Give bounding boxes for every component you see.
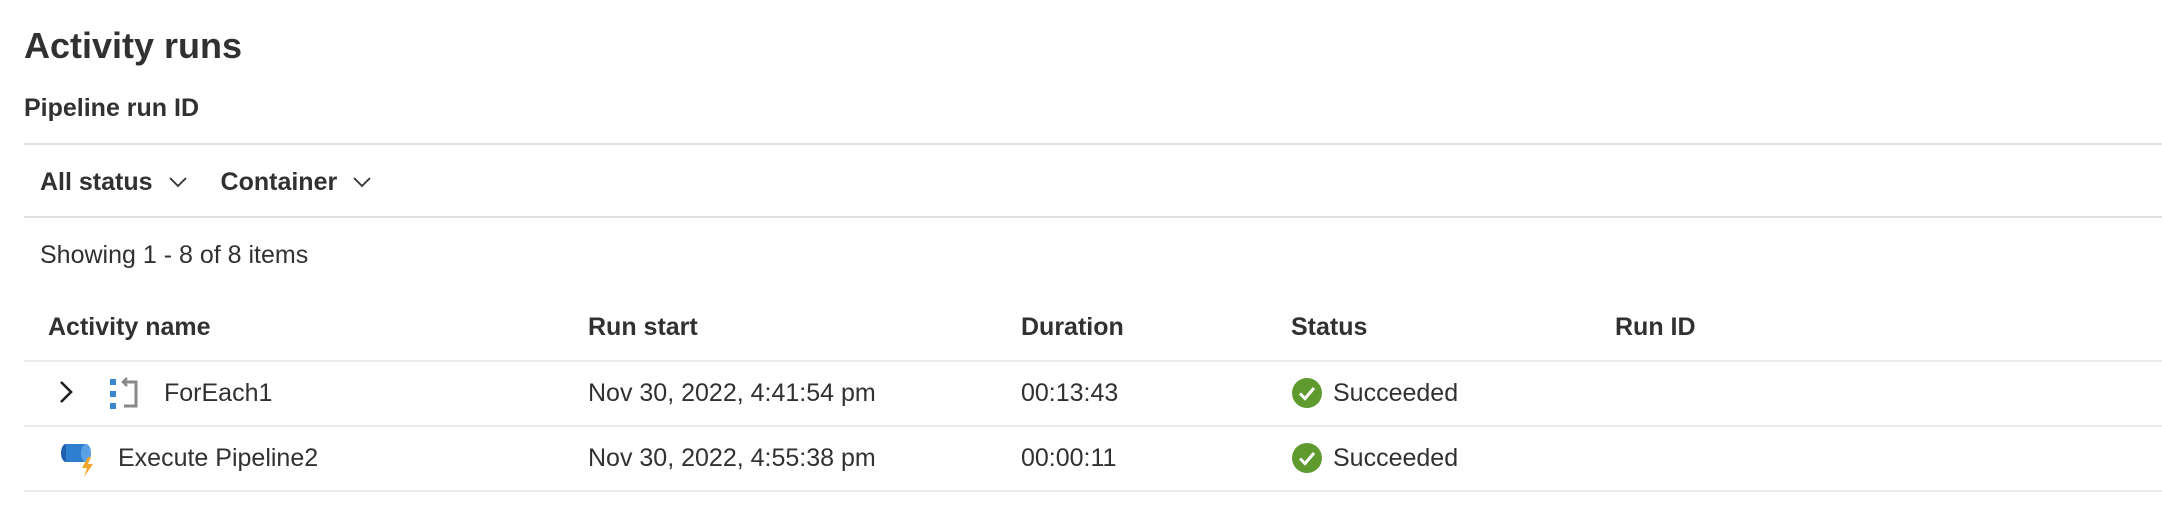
table-row[interactable]: ForEach1 Nov 30, 2022, 4:41:54 pm 00:13:…: [24, 362, 2162, 427]
foreach-icon: [110, 377, 138, 409]
pipeline-run-id-label: Pipeline run ID: [24, 94, 200, 122]
table-row[interactable]: Execute Pipeline2 Nov 30, 2022, 4:55:38 …: [24, 427, 2162, 492]
success-check-icon: [1292, 443, 1322, 473]
container-filter-dropdown[interactable]: Container: [221, 160, 374, 204]
column-header-status[interactable]: Status: [1291, 310, 1367, 344]
chevron-right-icon[interactable]: [52, 378, 80, 406]
divider-top: [24, 143, 2162, 145]
status-filter-label: All status: [40, 167, 153, 196]
status-label: Succeeded: [1333, 444, 1459, 472]
table-header: Activity name Run start Duration Status …: [24, 296, 2162, 362]
status-cell: Succeeded: [1291, 441, 1458, 475]
activity-runs-panel: Activity runs Pipeline run ID All status…: [0, 0, 2162, 518]
status-label: Succeeded: [1333, 379, 1459, 407]
status-filter-dropdown[interactable]: All status: [40, 160, 189, 204]
chevron-down-icon: [353, 177, 371, 188]
run-start-cell: Nov 30, 2022, 4:41:54 pm: [588, 379, 876, 407]
execute-pipeline-icon: [61, 444, 93, 477]
items-count-text: Showing 1 - 8 of 8 items: [40, 241, 309, 269]
column-header-duration[interactable]: Duration: [1021, 310, 1124, 344]
activity-name[interactable]: Execute Pipeline2: [118, 441, 318, 475]
duration-cell: 00:00:11: [1021, 444, 1117, 472]
column-header-run-start[interactable]: Run start: [588, 310, 698, 344]
run-start-cell: Nov 30, 2022, 4:55:38 pm: [588, 444, 876, 472]
column-header-run-id[interactable]: Run ID: [1615, 310, 1696, 344]
chevron-down-icon: [168, 177, 187, 188]
duration-cell: 00:13:43: [1021, 379, 1119, 407]
success-check-icon: [1292, 378, 1322, 408]
page-title: Activity runs: [24, 25, 243, 66]
status-cell: Succeeded: [1291, 376, 1458, 410]
divider-filters: [24, 216, 2162, 218]
container-filter-label: Container: [220, 167, 338, 196]
activity-name[interactable]: ForEach1: [164, 376, 272, 410]
filter-bar: All status Container: [40, 160, 405, 204]
column-header-activity-name[interactable]: Activity name: [48, 310, 211, 344]
activity-runs-table: Activity name Run start Duration Status …: [24, 296, 2162, 492]
